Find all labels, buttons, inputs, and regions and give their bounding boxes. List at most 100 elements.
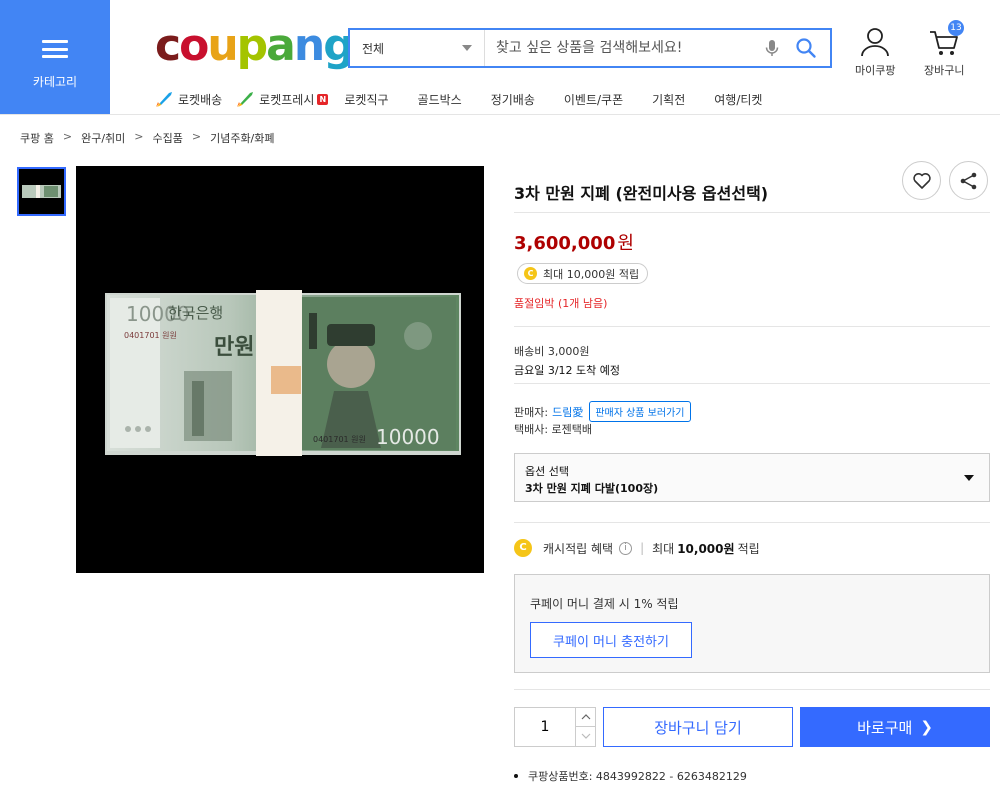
banknote-bundle-image: 10000 0401701 원원 한국은행 만원 10000 0401701 원… [76,166,484,573]
coupang-logo[interactable]: coupang [155,18,355,74]
won-mark: 만원 [214,335,254,360]
seller-label: 판매자: [514,405,549,419]
cash-benefit-prefix: 최대 [652,541,675,556]
nav-rocket-fresh[interactable]: 로켓프레시 N [236,90,329,108]
cash-coin-icon: C [524,267,537,280]
user-icon [861,28,890,57]
quantity-increase-button[interactable] [575,708,595,727]
title-divider [514,212,990,213]
banknote-thumbnail-image [19,169,64,214]
cash-benefit-row: C 캐시적립 혜택 i | 최대 10,000원 적립 [514,539,760,557]
search-bar: 전체 [348,28,832,68]
heart-icon [913,173,931,189]
product-thumbnail[interactable] [17,167,66,216]
buy-now-button[interactable]: 바로구매 ❯ [800,707,990,747]
price-unit: 원 [617,233,634,254]
logo-letter: n [293,20,325,71]
coupay-description: 쿠페이 머니 결제 시 1% 적립 [530,597,679,611]
product-number: 쿠팡상품번호: 4843992822 - 6263482129 [514,768,747,784]
logo-letter: a [266,20,296,71]
logo-letter: u [207,20,238,71]
breadcrumb-item[interactable]: 쿠팡 홈 [20,130,54,146]
chevron-down-icon [581,733,591,739]
option-divider [514,522,990,523]
search-icon[interactable] [794,36,818,60]
cash-coin-icon: C [514,539,532,557]
search-scope-select[interactable]: 전체 [350,30,485,66]
quantity-stepper [514,707,596,747]
option-select[interactable]: 옵션 선택 3차 만원 지폐 다발(100장) [514,453,990,502]
breadcrumb-separator: > [134,130,144,143]
bank-name: 한국은행 [168,304,223,322]
quantity-decrease-button[interactable] [575,727,595,746]
product-number-text: 쿠팡상품번호: 4843992822 - 6263482129 [528,770,747,783]
stock-notice: 품절임박 (1개 남음) [514,297,608,310]
hamburger-icon [42,40,68,58]
nav-item[interactable]: 정기배송 [491,91,535,108]
cash-benefit-amount: 10,000원 [677,541,735,556]
cash-benefit-label: 캐시적립 혜택 [543,541,614,556]
breadcrumb-separator: > [62,130,73,143]
breadcrumb-separator: > [191,130,202,143]
info-icon[interactable]: i [619,541,633,555]
new-badge: N [317,93,329,105]
rocket-icon [156,92,172,107]
breadcrumb-item[interactable]: 완구/취미 [81,130,125,146]
cart-button[interactable]: 13 장바구니 [924,20,965,78]
category-label: 카테고리 [32,75,78,89]
logo-letter: c [155,20,181,71]
microphone-icon[interactable] [762,38,782,58]
seller-products-button[interactable]: 판매자 상품 보러가기 [589,401,691,422]
quantity-input[interactable] [515,708,575,746]
share-icon [960,172,977,190]
add-to-cart-button[interactable]: 장바구니 담기 [603,707,793,747]
option-label: 옵션 선택 [525,465,569,478]
product-main-image[interactable]: 10000 0401701 원원 한국은행 만원 10000 0401701 원… [76,166,484,573]
cart-count-badge: 13 [948,20,964,36]
denomination-bottom-right: 10000 [376,425,440,449]
buy-now-label: 바로구매 [857,718,913,737]
reward-badge: C 최대 10,000원 적립 [517,263,649,284]
nav-rocket-delivery[interactable]: 로켓배송 [155,90,222,108]
search-input[interactable] [496,34,756,62]
breadcrumb-item[interactable]: 기념주화/화폐 [210,130,274,146]
nav-item[interactable]: 로켓직구 [344,91,388,108]
seller-name-link[interactable]: 드림愛 [552,404,583,420]
wishlist-button[interactable] [902,161,941,200]
chevron-up-icon [581,714,591,720]
nav-item[interactable]: 기획전 [652,91,685,108]
seller-info: 판매자: 드림愛 판매자 상품 보러가기 [514,401,691,422]
cash-benefit-suffix: 적립 [737,541,760,556]
caret-down-icon [964,475,974,481]
nav-rocket-fresh-label: 로켓프레시 [259,92,315,107]
caret-down-icon [462,45,472,51]
shipping-fee: 배송비 3,000원 [514,345,590,358]
sub-navigation: 로켓배송 로켓프레시 N 로켓직구 골드박스 정기배송 이벤트/쿠폰 기획전 여… [155,89,762,109]
arrival-date: 금요일 3/12 도착 예정 [514,364,621,377]
breadcrumb-item[interactable]: 수집품 [152,130,182,146]
serial-top-left: 0401701 원원 [124,331,177,340]
logo-letter: o [179,20,209,71]
shipping-divider [514,383,990,384]
nav-rocket-delivery-label: 로켓배송 [178,92,223,107]
logo-letter: p [236,20,268,71]
rocket-fresh-icon [237,92,254,107]
chevron-right-icon: ❯ [920,718,933,736]
bullet-icon [514,774,518,778]
serial-bottom: 0401701 원원 [313,435,366,444]
category-menu-button[interactable]: 카테고리 [0,0,110,114]
purchase-divider [514,689,990,690]
nav-item[interactable]: 여행/티켓 [714,91,762,108]
search-scope-value: 전체 [362,42,385,56]
price-divider [514,326,990,327]
nav-item[interactable]: 골드박스 [418,91,462,108]
reward-text: 최대 10,000원 적립 [543,267,640,281]
cart-label: 장바구니 [924,64,965,77]
nav-item[interactable]: 이벤트/쿠폰 [564,91,623,108]
mypage-button[interactable]: 마이쿠팡 [855,26,895,78]
coupay-charge-button[interactable]: 쿠페이 머니 충전하기 [530,622,692,658]
separator-bar: | [640,541,645,555]
coupay-box: 쿠페이 머니 결제 시 1% 적립 쿠페이 머니 충전하기 [514,574,990,673]
share-button[interactable] [949,161,988,200]
mypage-label: 마이쿠팡 [855,64,896,77]
